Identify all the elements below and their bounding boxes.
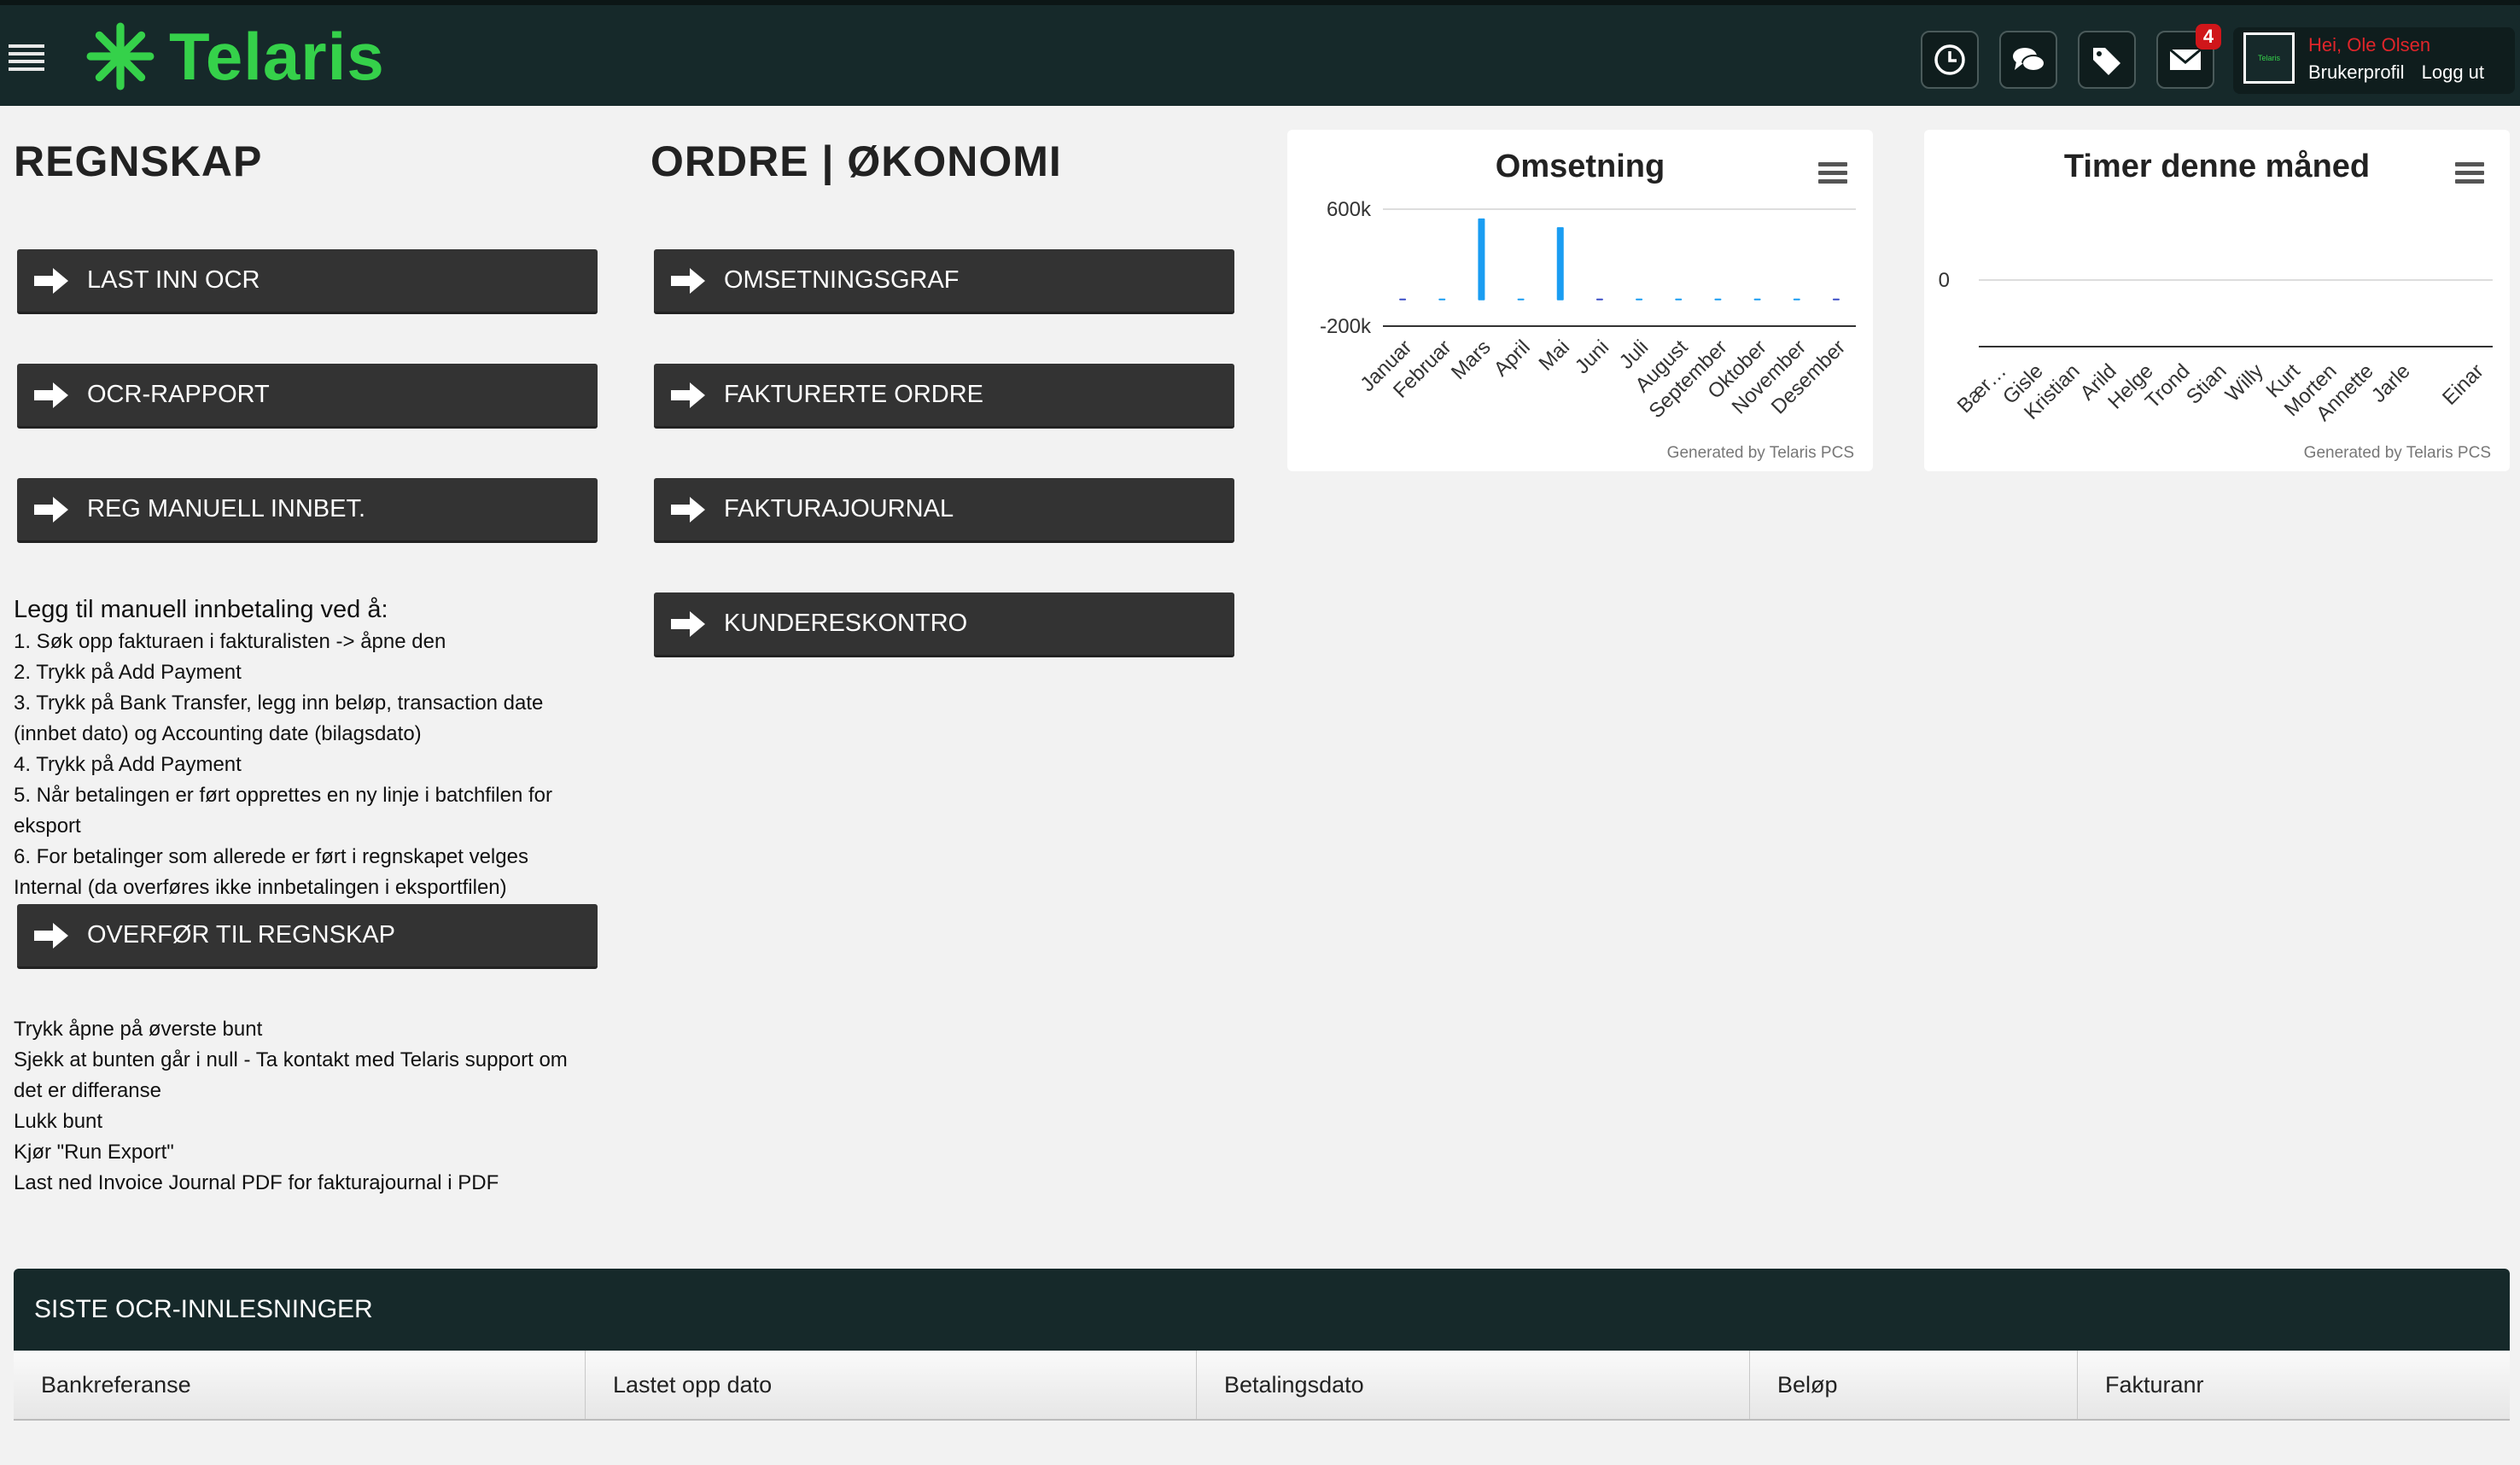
omsetning-chart: 600k-200kJanuarFebruarMarsApril MaiJuni Ju… (1320, 198, 1856, 423)
x-tick-label: April (1490, 336, 1535, 381)
instruction-step: 2. Trykk på Add Payment (14, 661, 242, 684)
arrow-right-icon (671, 496, 705, 522)
instruction-step: 5. Når betalingen er ført opprettes en n… (14, 784, 553, 838)
profile-link[interactable]: Brukerprofil (2308, 61, 2404, 83)
logo-asterisk-icon (86, 22, 155, 90)
note-line: Kjør "Run Export" (14, 1141, 174, 1164)
timer-chart: 0Bær…GisleKristianArildHelgeTrondStianWi… (1939, 269, 2493, 426)
y-tick-label: 600k (1327, 198, 1372, 221)
note-line: Sjekk at bunten går i null - Ta kontakt … (14, 1048, 568, 1102)
menu-icon[interactable] (9, 44, 44, 71)
arrow-right-icon (34, 382, 68, 408)
button-label: FAKTURERTE ORDRE (724, 381, 984, 408)
instruction-step: 3. Trykk på Bank Transfer, legg inn belø… (14, 692, 544, 745)
x-tick-label: Mai (1535, 336, 1574, 375)
overfor-til-regnskap-button[interactable]: OVERFØR TIL REGNSKAP (17, 904, 598, 969)
mail-unread-badge: 4 (2196, 24, 2221, 50)
note-line: Last ned Invoice Journal PDF for faktura… (14, 1171, 499, 1194)
panel-title: SISTE OCR-INNLESNINGER (34, 1295, 373, 1323)
bar (1753, 298, 1761, 301)
bar (1556, 227, 1564, 301)
ocr-panel-header: SISTE OCR-INNLESNINGER (14, 1269, 2510, 1351)
regnskap-title: REGNSKAP (14, 137, 263, 185)
user-menu: Telaris Hei, Ole Olsen Brukerprofil Logg… (2233, 27, 2515, 94)
note-line: Lukk bunt (14, 1110, 103, 1133)
arrow-right-icon (671, 267, 705, 294)
bar (1714, 298, 1722, 301)
avatar-logo-text: Telaris (2257, 54, 2280, 62)
user-greeting: Hei, Ole Olsen (2308, 34, 2431, 55)
bar (1832, 298, 1840, 301)
telaris-logo[interactable]: Telaris (85, 19, 385, 94)
omsetningsgraf-button[interactable]: OMSETNINGSGRAF (654, 249, 1234, 314)
instructions-title: Legg til manuell innbetaling ved å: (14, 596, 388, 623)
column-header-belop[interactable]: Beløp (1750, 1351, 2078, 1419)
chat-icon[interactable] (1999, 31, 2057, 89)
button-label: OCR-RAPPORT (87, 381, 270, 408)
button-label: REG MANUELL INNBET. (87, 495, 366, 522)
column-header-lastet-opp-dato[interactable]: Lastet opp dato (586, 1351, 1197, 1419)
x-tick-label: Einar (2438, 359, 2488, 410)
clock-icon[interactable] (1921, 31, 1979, 89)
chart-credit: Generated by Telaris PCS (2303, 444, 2491, 462)
manual-payment-instructions: Legg til manuell innbetaling ved å: 1. S… (14, 592, 594, 903)
ocr-rapport-button[interactable]: OCR-RAPPORT (17, 364, 598, 429)
bar (1399, 298, 1407, 301)
tags-icon[interactable] (2078, 31, 2136, 89)
export-notes: Trykk åpne på øverste bunt Sjekk at bunt… (14, 1014, 594, 1199)
ocr-table-header: Bankreferanse Lastet opp dato Betalingsd… (14, 1351, 2510, 1421)
x-tick-label: Stian (2182, 359, 2231, 409)
instruction-step: 6. For betalinger som allerede er ført i… (14, 845, 528, 899)
note-line: Trykk åpne på øverste bunt (14, 1018, 263, 1041)
omsetning-chart-card: Omsetning 600k -200k Januar Februar Mars Apri… (1287, 130, 1873, 471)
chart-credit: Generated by Telaris PCS (1666, 444, 1854, 462)
arrow-right-icon (671, 382, 705, 408)
x-tick-label: Juni (1571, 336, 1613, 378)
column-header-bankreferanse[interactable]: Bankreferanse (14, 1351, 586, 1419)
top-navigation-bar: Telaris 4 Telaris Hei, Ole Olsen Brukerp… (0, 0, 2520, 106)
kundereskontro-button[interactable]: KUNDERESKONTRO (654, 592, 1234, 657)
x-tick-label: Willy (2221, 359, 2268, 406)
timer-chart-card: Timer denne måned 0 Bær… Gisle Kristian Aril… (1924, 130, 2510, 471)
button-label: LAST INN OCR (87, 266, 260, 294)
bar (1636, 298, 1643, 301)
column-header-fakturanr[interactable]: Fakturanr (2078, 1351, 2510, 1419)
bar (1517, 298, 1525, 301)
instruction-step: 4. Trykk på Add Payment (14, 753, 242, 776)
bar (1595, 298, 1603, 301)
bar (1793, 298, 1800, 301)
bar (1478, 218, 1485, 301)
logout-link[interactable]: Logg ut (2422, 61, 2484, 83)
button-label: OMSETNINGSGRAF (724, 266, 960, 294)
column-header-betalingsdato[interactable]: Betalingsdato (1197, 1351, 1750, 1419)
x-tick-label: Jarle (2367, 359, 2415, 407)
y-tick-label: -200k (1320, 315, 1372, 338)
fakturerte-ordre-button[interactable]: FAKTURERTE ORDRE (654, 364, 1234, 429)
button-label: OVERFØR TIL REGNSKAP (87, 921, 395, 948)
arrow-right-icon (34, 496, 68, 522)
arrow-right-icon (34, 267, 68, 294)
avatar[interactable]: Telaris (2243, 32, 2295, 84)
last-inn-ocr-button[interactable]: LAST INN OCR (17, 249, 598, 314)
button-label: KUNDERESKONTRO (724, 610, 968, 637)
y-tick-label: 0 (1939, 269, 1950, 292)
button-label: FAKTURAJOURNAL (724, 495, 954, 522)
arrow-right-icon (34, 922, 68, 948)
mail-icon[interactable]: 4 (2156, 24, 2221, 89)
bar (1438, 298, 1446, 301)
reg-manuell-innbet-button[interactable]: REG MANUELL INNBET. (17, 478, 598, 543)
bar (1675, 298, 1683, 301)
arrow-right-icon (671, 610, 705, 637)
fakturajournal-button[interactable]: FAKTURAJOURNAL (654, 478, 1234, 543)
x-tick-label: Mars (1447, 336, 1496, 384)
ordre-okonomi-title: ORDRE | ØKONOMI (650, 137, 1062, 185)
instruction-step: 1. Søk opp fakturaen i fakturalisten -> … (14, 630, 446, 653)
brand-name: Telaris (169, 18, 385, 94)
